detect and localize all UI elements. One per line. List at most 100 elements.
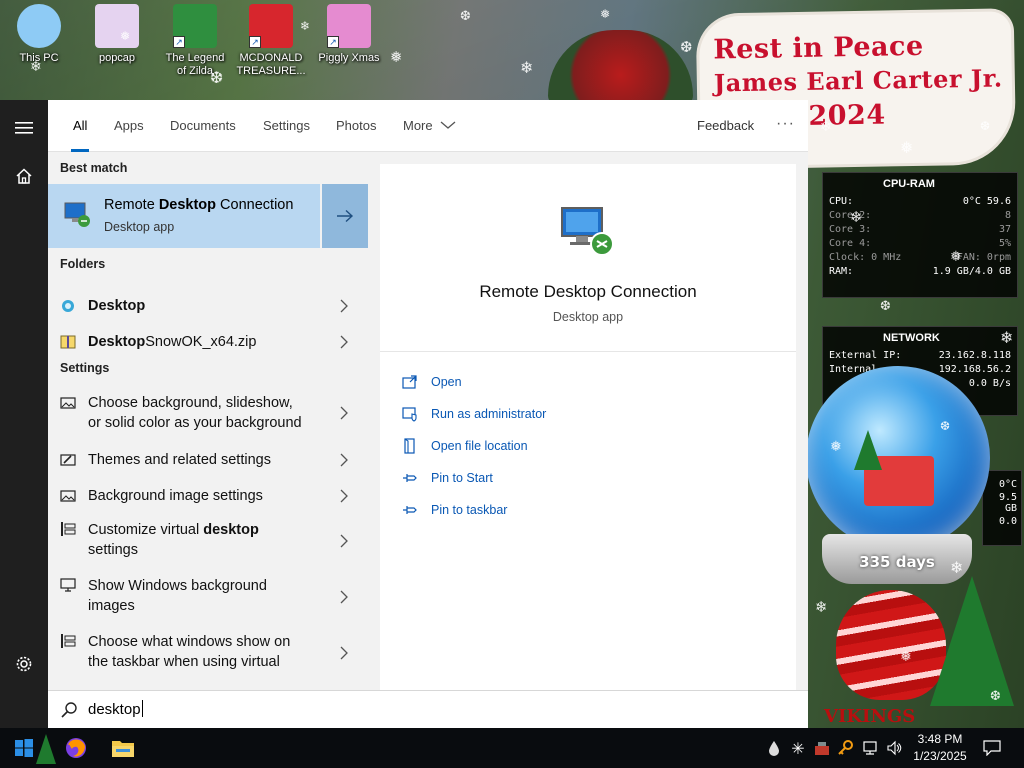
virtual-desktop-icon [61, 634, 76, 648]
best-match-subtitle: Desktop app [104, 220, 175, 234]
search-panel: All Apps Documents Settings Photos More … [48, 100, 808, 690]
tab-documents[interactable]: Documents [170, 100, 236, 152]
action-center-button[interactable] [978, 728, 1006, 768]
folder-result-item[interactable]: DesktopSnowOK_x64.zip [48, 324, 368, 360]
tab-all[interactable]: All [70, 100, 90, 152]
gear-icon [16, 656, 32, 672]
setting-result-item[interactable]: Themes and related settings [48, 442, 368, 478]
settings-header: Settings [60, 361, 110, 375]
action-label: Open [431, 375, 462, 389]
tab-more[interactable]: More [403, 100, 456, 152]
snow-globe-decoration [806, 366, 990, 550]
drive-gadget: 0°C 9.5 GB 0.0 [982, 470, 1022, 546]
computer-icon [17, 4, 61, 48]
chevron-right-icon [340, 453, 348, 467]
start-button[interactable] [0, 728, 56, 768]
zip-file-icon [60, 335, 76, 349]
action-run-as-administrator[interactable]: Run as administrator [402, 404, 546, 424]
clock-date: 1/23/2025 [913, 749, 967, 763]
monitor-icon [60, 578, 76, 592]
chevron-right-icon [340, 534, 348, 548]
desktop-icon-popcap[interactable]: popcap [82, 4, 152, 65]
tab-photos[interactable]: Photos [336, 100, 376, 152]
droplet-icon [769, 741, 779, 756]
action-open[interactable]: Open [402, 372, 462, 392]
tray-network-icon[interactable] [860, 728, 880, 768]
desktop-icon-mcdonald-treasure[interactable]: ↗ MCDONALD TREASURE... [236, 4, 306, 78]
feedback-link[interactable]: Feedback [697, 100, 754, 152]
cpu-ram-gadget: CPU-RAM CPU: 0°C 59.6 Core 2: 8 Core 3: 37 … [822, 172, 1018, 298]
setting-result-item[interactable]: Background image settings [48, 478, 368, 514]
open-icon [402, 375, 417, 389]
chevron-right-icon [340, 590, 348, 604]
setting-result-item[interactable]: Show Windows background images [48, 570, 368, 624]
christmas-ornament-decoration [548, 30, 693, 105]
text-caret [141, 700, 143, 717]
open-preview-button[interactable] [320, 184, 368, 248]
snowflake-icon: ❄ [820, 119, 832, 135]
shortcut-arrow-icon: ↗ [249, 36, 261, 48]
snowflake-icon: ❄ [300, 19, 311, 33]
chevron-right-icon [340, 406, 348, 420]
game-icon: ↗ [327, 4, 371, 48]
hamburger-icon [15, 122, 33, 134]
snowflake-icon: ❄ [30, 59, 42, 75]
tab-more-label: More [403, 118, 433, 133]
tray-key-icon[interactable] [836, 728, 856, 768]
desktop-icon-legend-of-zilda[interactable]: ↗ The Legend of Zilda [160, 4, 230, 78]
snowflake-icon: ❅ [600, 7, 611, 21]
best-match-item[interactable]: Remote Desktop Connection Desktop app [48, 184, 368, 248]
tab-apps[interactable]: Apps [114, 100, 144, 152]
result-label: Show Windows background images [88, 578, 267, 614]
shortcut-arrow-icon: ↗ [173, 36, 185, 48]
home-button[interactable] [0, 152, 48, 200]
snowflake-icon: ❆ [460, 9, 471, 24]
snowflake-icon: ❄ [950, 558, 964, 577]
tray-droplet-icon[interactable] [766, 728, 782, 768]
taskbar-clock[interactable]: 3:48 PM 1/23/2025 [908, 731, 972, 765]
desktop-icon-this-pc[interactable]: This PC [4, 4, 74, 65]
settings-button[interactable] [0, 640, 48, 688]
action-pin-to-start[interactable]: Pin to Start [402, 468, 493, 488]
remote-desktop-icon [64, 202, 90, 227]
folder-result-item[interactable]: Desktop [48, 288, 368, 324]
desktop-icon-label: MCDONALD TREASURE... [236, 52, 306, 77]
tray-app-icon[interactable] [812, 728, 832, 768]
snowflake-icon: ❆ [990, 689, 1001, 704]
tab-settings[interactable]: Settings [263, 100, 310, 152]
snowflake-icon: ❅ [830, 439, 842, 455]
windows-logo-icon [15, 739, 33, 757]
action-pin-to-taskbar[interactable]: Pin to taskbar [402, 500, 507, 520]
globe-tree-decoration [854, 430, 882, 470]
folder-icon [112, 741, 134, 757]
gadget-row: Clock: 0 MHz FAN: 0rpm [829, 252, 1011, 263]
action-open-file-location[interactable]: Open file location [402, 436, 528, 456]
chevron-right-icon [340, 299, 348, 313]
christmas-tree-icon [36, 734, 56, 764]
result-label: Background image settings [88, 488, 263, 504]
network-icon [863, 741, 877, 755]
notification-icon [983, 740, 1001, 756]
preview-subtitle: Desktop app [552, 310, 624, 324]
result-label: Choose what windows show on the taskbar w… [88, 634, 291, 670]
desktop-icon-piggly-xmas[interactable]: ↗ Piggly Xmas [314, 4, 384, 65]
snowflake-icon: ❆ [940, 419, 951, 433]
tray-snow-icon[interactable]: ✳ [788, 728, 808, 768]
picture-icon [60, 490, 76, 502]
search-input[interactable]: desktop [48, 690, 808, 728]
snowflake-icon: ❆ [980, 119, 991, 133]
drive-size-readout: 9.5 GB [998, 492, 1017, 514]
setting-result-item[interactable]: Choose what windows show on the taskbar w… [48, 626, 368, 680]
note-line-2: James Earl Carter Jr. [713, 63, 1003, 98]
taskbar-file-explorer[interactable] [102, 728, 144, 768]
setting-result-item[interactable]: Choose background, slideshow, or solid co… [48, 390, 368, 440]
setting-result-item[interactable]: Customize virtual desktop settings [48, 514, 368, 568]
result-label: Choose background, slideshow, or solid co… [88, 395, 302, 431]
tray-volume-icon[interactable] [884, 728, 904, 768]
more-options-button[interactable]: ··· [776, 100, 795, 148]
folders-header: Folders [60, 257, 106, 271]
home-icon [16, 168, 32, 184]
action-label: Run as administrator [431, 407, 547, 421]
expand-menu-button[interactable] [0, 104, 48, 152]
taskbar-firefox[interactable] [56, 728, 96, 768]
